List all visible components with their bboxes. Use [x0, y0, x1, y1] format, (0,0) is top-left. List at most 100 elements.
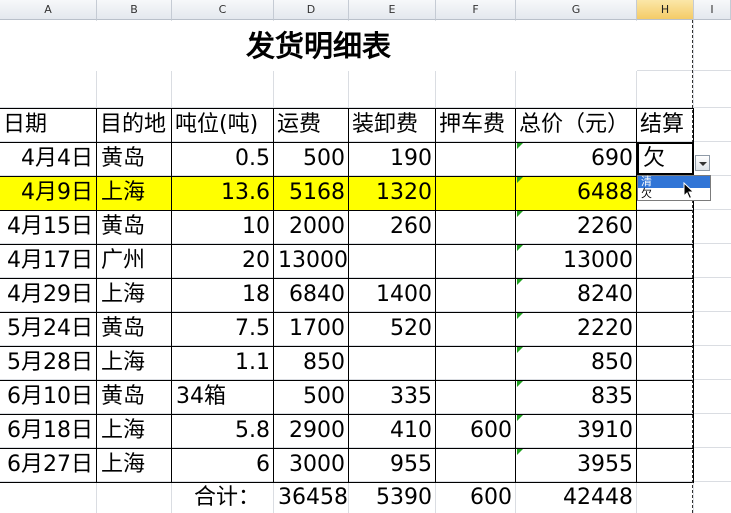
cell-total[interactable]: 835 — [516, 380, 637, 414]
cell-freight[interactable]: 500 — [274, 142, 349, 176]
cell-date[interactable]: 4月4日 — [0, 142, 97, 176]
cell-settlement[interactable] — [637, 244, 694, 278]
cell-loading-fee[interactable]: 1320 — [349, 176, 436, 210]
cell-settlement[interactable] — [637, 448, 694, 482]
header-tonnage[interactable]: 吨位(吨) — [172, 108, 274, 142]
cell-date[interactable]: 6月18日 — [0, 414, 97, 448]
sheet-title[interactable]: 发货明细表 — [0, 21, 637, 71]
cell-escort-fee[interactable] — [436, 312, 516, 346]
cell-escort-fee[interactable]: 600 — [436, 414, 516, 448]
header-destination[interactable]: 目的地 — [97, 108, 172, 142]
cell-destination[interactable]: 上海 — [97, 448, 172, 482]
cell-loading-fee[interactable]: 260 — [349, 210, 436, 244]
cell-destination[interactable]: 广州 — [97, 244, 172, 278]
cell-total[interactable]: 13000 — [516, 244, 637, 278]
cell-tonnage[interactable]: 6 — [172, 448, 274, 482]
cell-date[interactable]: 6月10日 — [0, 380, 97, 414]
cell-tonnage[interactable]: 1.1 — [172, 346, 274, 380]
cell-loading-fee[interactable] — [349, 346, 436, 380]
cell-date[interactable]: 6月27日 — [0, 448, 97, 482]
dropdown-arrow-button[interactable] — [695, 155, 710, 171]
cell-freight[interactable]: 5168 — [274, 176, 349, 210]
column-header-a[interactable]: A — [0, 0, 97, 20]
cell-freight[interactable]: 6840 — [274, 278, 349, 312]
cell-total[interactable]: 850 — [516, 346, 637, 380]
cell-date[interactable]: 4月17日 — [0, 244, 97, 278]
column-header-h[interactable]: H — [637, 0, 694, 20]
cell-destination[interactable]: 黄岛 — [97, 380, 172, 414]
header-total[interactable]: 总价（元） — [516, 108, 637, 142]
cell-tonnage[interactable]: 7.5 — [172, 312, 274, 346]
cell-tonnage[interactable]: 13.6 — [172, 176, 274, 210]
cell-settlement[interactable] — [637, 380, 694, 414]
cell-escort-fee[interactable] — [436, 278, 516, 312]
header-loading-fee[interactable]: 装卸费 — [349, 108, 436, 142]
cell-escort-fee[interactable] — [436, 380, 516, 414]
cell-freight[interactable]: 13000 — [274, 244, 349, 278]
header-date[interactable]: 日期 — [0, 108, 97, 142]
header-escort-fee[interactable]: 押车费 — [436, 108, 516, 142]
cell-escort-fee[interactable] — [436, 210, 516, 244]
cell-escort-fee[interactable] — [436, 346, 516, 380]
cell-total[interactable]: 2260 — [516, 210, 637, 244]
cell-settlement[interactable] — [637, 414, 694, 448]
cell-destination[interactable]: 上海 — [97, 414, 172, 448]
column-header-b[interactable]: B — [97, 0, 172, 20]
cell-destination[interactable]: 上海 — [97, 176, 172, 210]
column-header-d[interactable]: D — [274, 0, 349, 20]
column-header-c[interactable]: C — [172, 0, 274, 20]
cell-total[interactable]: 8240 — [516, 278, 637, 312]
cell-tonnage[interactable]: 20 — [172, 244, 274, 278]
cell-freight[interactable]: 2000 — [274, 210, 349, 244]
summary-freight[interactable]: 36458 — [274, 482, 349, 513]
summary-loading-fee[interactable]: 5390 — [349, 482, 436, 513]
cell-tonnage[interactable]: 10 — [172, 210, 274, 244]
cell-destination[interactable]: 黄岛 — [97, 210, 172, 244]
cell-loading-fee[interactable]: 1400 — [349, 278, 436, 312]
cell-loading-fee[interactable]: 520 — [349, 312, 436, 346]
summary-label[interactable]: 合计： — [0, 482, 274, 513]
cell-freight[interactable]: 500 — [274, 380, 349, 414]
cell-tonnage[interactable]: 5.8 — [172, 414, 274, 448]
active-cell-settlement[interactable]: 欠 — [637, 142, 694, 175]
cell-freight[interactable]: 2900 — [274, 414, 349, 448]
cell-loading-fee[interactable]: 955 — [349, 448, 436, 482]
cell-tonnage[interactable]: 0.5 — [172, 142, 274, 176]
column-header-f[interactable]: F — [436, 0, 516, 20]
cell-destination[interactable]: 上海 — [97, 278, 172, 312]
cell-destination[interactable]: 黄岛 — [97, 312, 172, 346]
cell-date[interactable]: 4月29日 — [0, 278, 97, 312]
cell-tonnage[interactable]: 18 — [172, 278, 274, 312]
cell-escort-fee[interactable] — [436, 176, 516, 210]
cell-settlement[interactable] — [637, 312, 694, 346]
cell-date[interactable]: 4月9日 — [0, 176, 97, 210]
cell-tonnage[interactable]: 34箱 — [172, 380, 274, 414]
summary-total[interactable]: 42448 — [516, 482, 637, 513]
cell-freight[interactable]: 3000 — [274, 448, 349, 482]
cell-settlement[interactable] — [637, 210, 694, 244]
cell-settlement[interactable] — [637, 278, 694, 312]
column-header-g[interactable]: G — [516, 0, 637, 20]
column-header-i[interactable]: I — [694, 0, 731, 20]
cell-freight[interactable]: 1700 — [274, 312, 349, 346]
cell-destination[interactable]: 上海 — [97, 346, 172, 380]
cell-escort-fee[interactable] — [436, 448, 516, 482]
summary-escort-fee[interactable]: 600 — [436, 482, 516, 513]
settlement-dropdown-list[interactable]: 清 欠 — [637, 175, 711, 201]
header-settlement[interactable]: 结算 — [637, 108, 694, 142]
cell-total[interactable]: 690 — [516, 142, 637, 176]
column-header-e[interactable]: E — [349, 0, 436, 20]
dropdown-option-owed[interactable]: 欠 — [638, 188, 710, 200]
cell-loading-fee[interactable]: 410 — [349, 414, 436, 448]
cell-date[interactable]: 5月28日 — [0, 346, 97, 380]
cell-freight[interactable]: 850 — [274, 346, 349, 380]
cell-escort-fee[interactable] — [436, 142, 516, 176]
cell-settlement[interactable] — [637, 346, 694, 380]
cell-escort-fee[interactable] — [436, 244, 516, 278]
cell-loading-fee[interactable] — [349, 244, 436, 278]
cell-total[interactable]: 6488 — [516, 176, 637, 210]
spreadsheet[interactable]: ABCDEFGHI 发货明细表 日期 目的地 吨位(吨) 运费 装卸费 押车费 总价（元）结… — [0, 0, 731, 513]
cell-total[interactable]: 3910 — [516, 414, 637, 448]
cell-loading-fee[interactable]: 335 — [349, 380, 436, 414]
cell-total[interactable]: 2220 — [516, 312, 637, 346]
